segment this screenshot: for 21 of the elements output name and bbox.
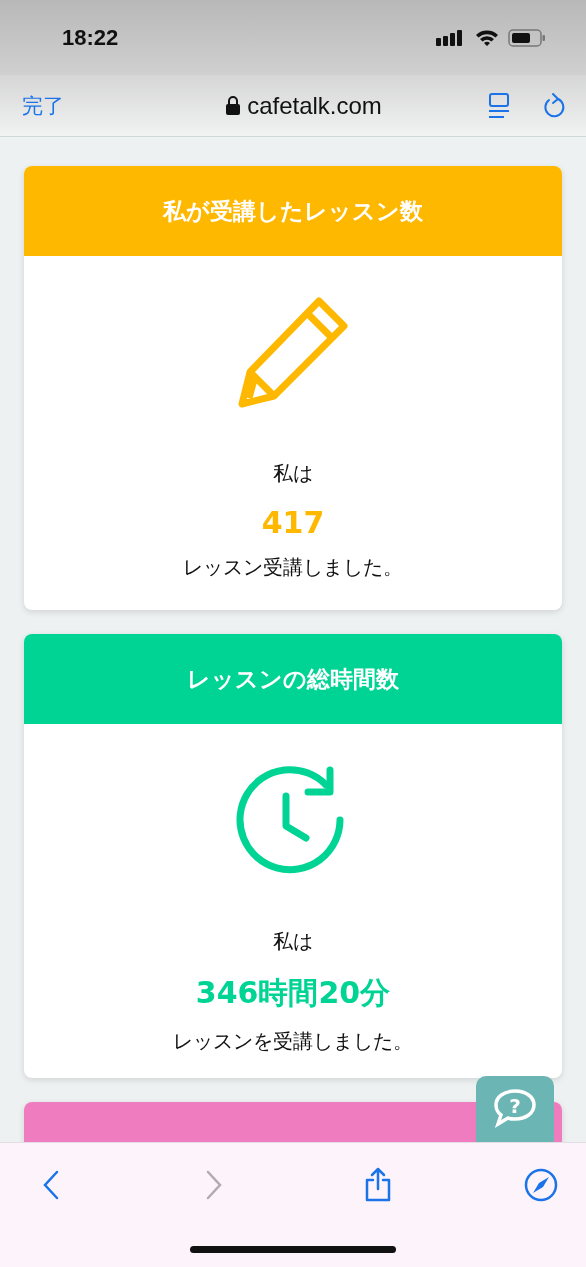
wifi-icon xyxy=(475,28,499,47)
intro-text: 私は xyxy=(273,460,313,487)
reload-icon[interactable] xyxy=(542,91,566,120)
speech-bubble-icon: ? xyxy=(493,1088,537,1128)
done-button[interactable]: 完了 xyxy=(22,91,64,120)
intro-text: 私は xyxy=(273,928,313,955)
url-text[interactable]: cafetalk.com xyxy=(247,91,382,120)
lock-icon xyxy=(226,96,241,115)
card-title: 私が受講したレッスン数 xyxy=(163,196,423,226)
battery-icon xyxy=(508,28,546,47)
back-icon[interactable] xyxy=(42,1170,60,1200)
stat-value: 417 xyxy=(261,505,325,540)
card-title: レッスンの総時間数 xyxy=(187,664,399,694)
stat-value: 346時間20分 xyxy=(195,974,391,1012)
stat-caption: レッスン受講しました。 xyxy=(183,554,403,581)
pencil-icon xyxy=(237,296,349,408)
help-button[interactable]: ? xyxy=(476,1076,554,1142)
clock-time: 18:22 xyxy=(62,24,119,51)
stat-caption: レッスンを受講しました。 xyxy=(173,1028,413,1055)
compass-icon[interactable] xyxy=(524,1168,558,1202)
reader-icon[interactable] xyxy=(488,92,510,119)
